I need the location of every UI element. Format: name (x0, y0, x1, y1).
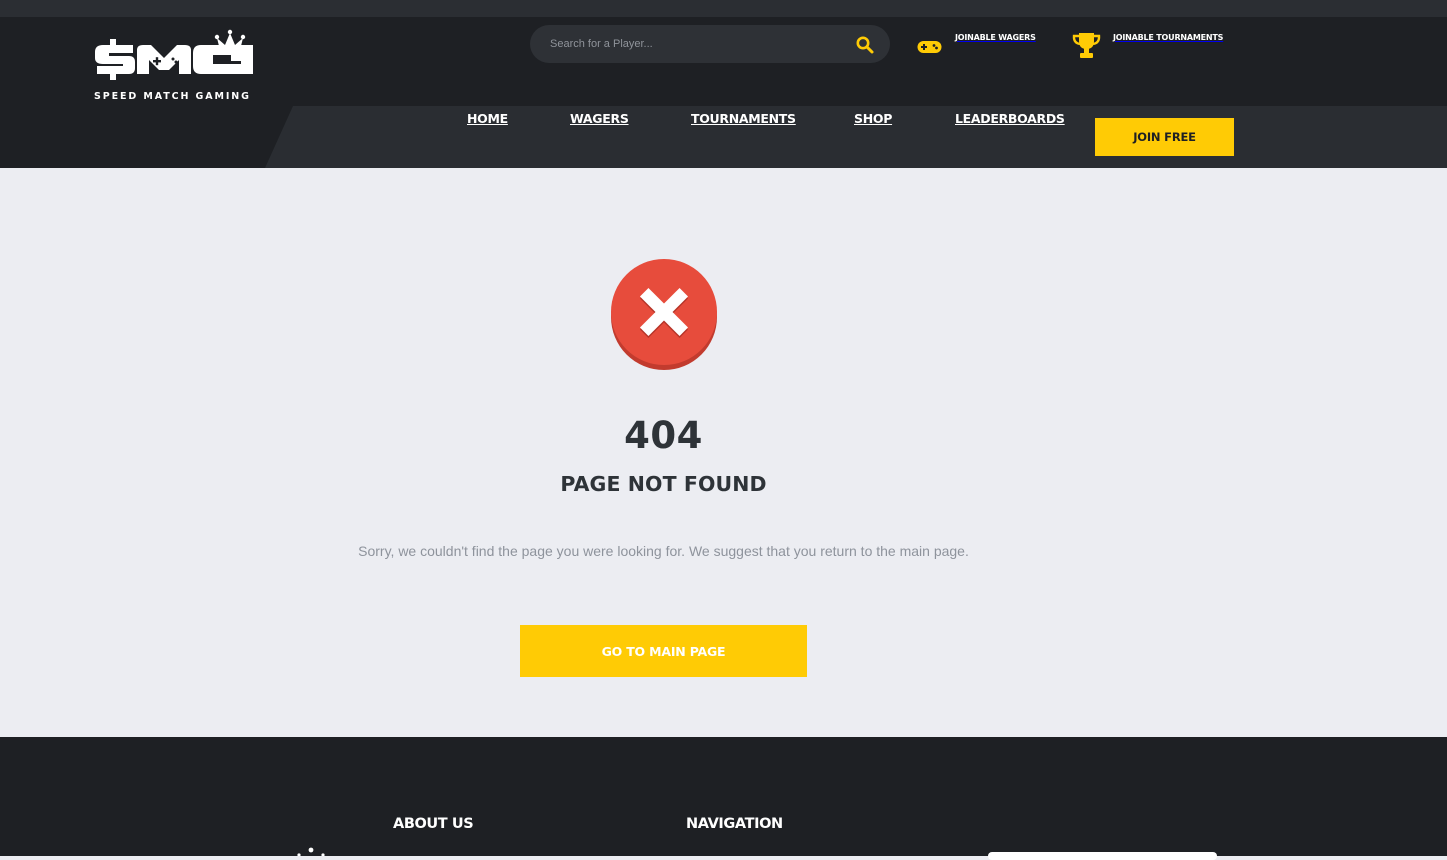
nav-shop[interactable]: SHOP (854, 110, 892, 128)
site-footer (0, 737, 1447, 856)
nav-wagers[interactable]: WAGERS (570, 110, 629, 128)
smg-logo-icon (95, 29, 253, 80)
player-search-input[interactable] (550, 34, 840, 54)
joinable-wagers-link[interactable]: JOINABLE WAGERS (917, 31, 1036, 53)
error-x-icon (611, 259, 717, 370)
error-code: 404 (624, 414, 703, 457)
nav-tournaments[interactable]: TOURNAMENTS (691, 110, 796, 128)
player-search-box (530, 25, 890, 63)
error-title: PAGE NOT FOUND (560, 472, 767, 496)
error-message: Sorry, we couldn't find the page you wer… (358, 543, 969, 559)
joinable-wagers-label: JOINABLE WAGERS (955, 33, 1036, 42)
logo-tagline: SPEED MATCH GAMING (94, 91, 251, 102)
trophy-icon (1072, 33, 1101, 58)
joinable-tournaments-label: JOINABLE TOURNAMENTS (1113, 33, 1224, 42)
footer-about-heading: ABOUT US (393, 816, 474, 832)
join-free-button[interactable]: JOIN FREE (1095, 118, 1234, 156)
search-icon[interactable] (855, 35, 875, 55)
nav-home[interactable]: HOME (467, 110, 508, 128)
top-strip (0, 0, 1447, 17)
footer-crown-icon (297, 847, 325, 856)
gamepad-icon (917, 41, 942, 53)
footer-widget-box (988, 852, 1217, 860)
footer-navigation-heading: NAVIGATION (686, 816, 783, 832)
joinable-tournaments-link[interactable]: JOINABLE TOURNAMENTS (1072, 31, 1224, 58)
go-to-main-page-button[interactable]: GO TO MAIN PAGE (520, 625, 807, 677)
nav-leaderboards[interactable]: LEADERBOARDS (955, 110, 1065, 128)
